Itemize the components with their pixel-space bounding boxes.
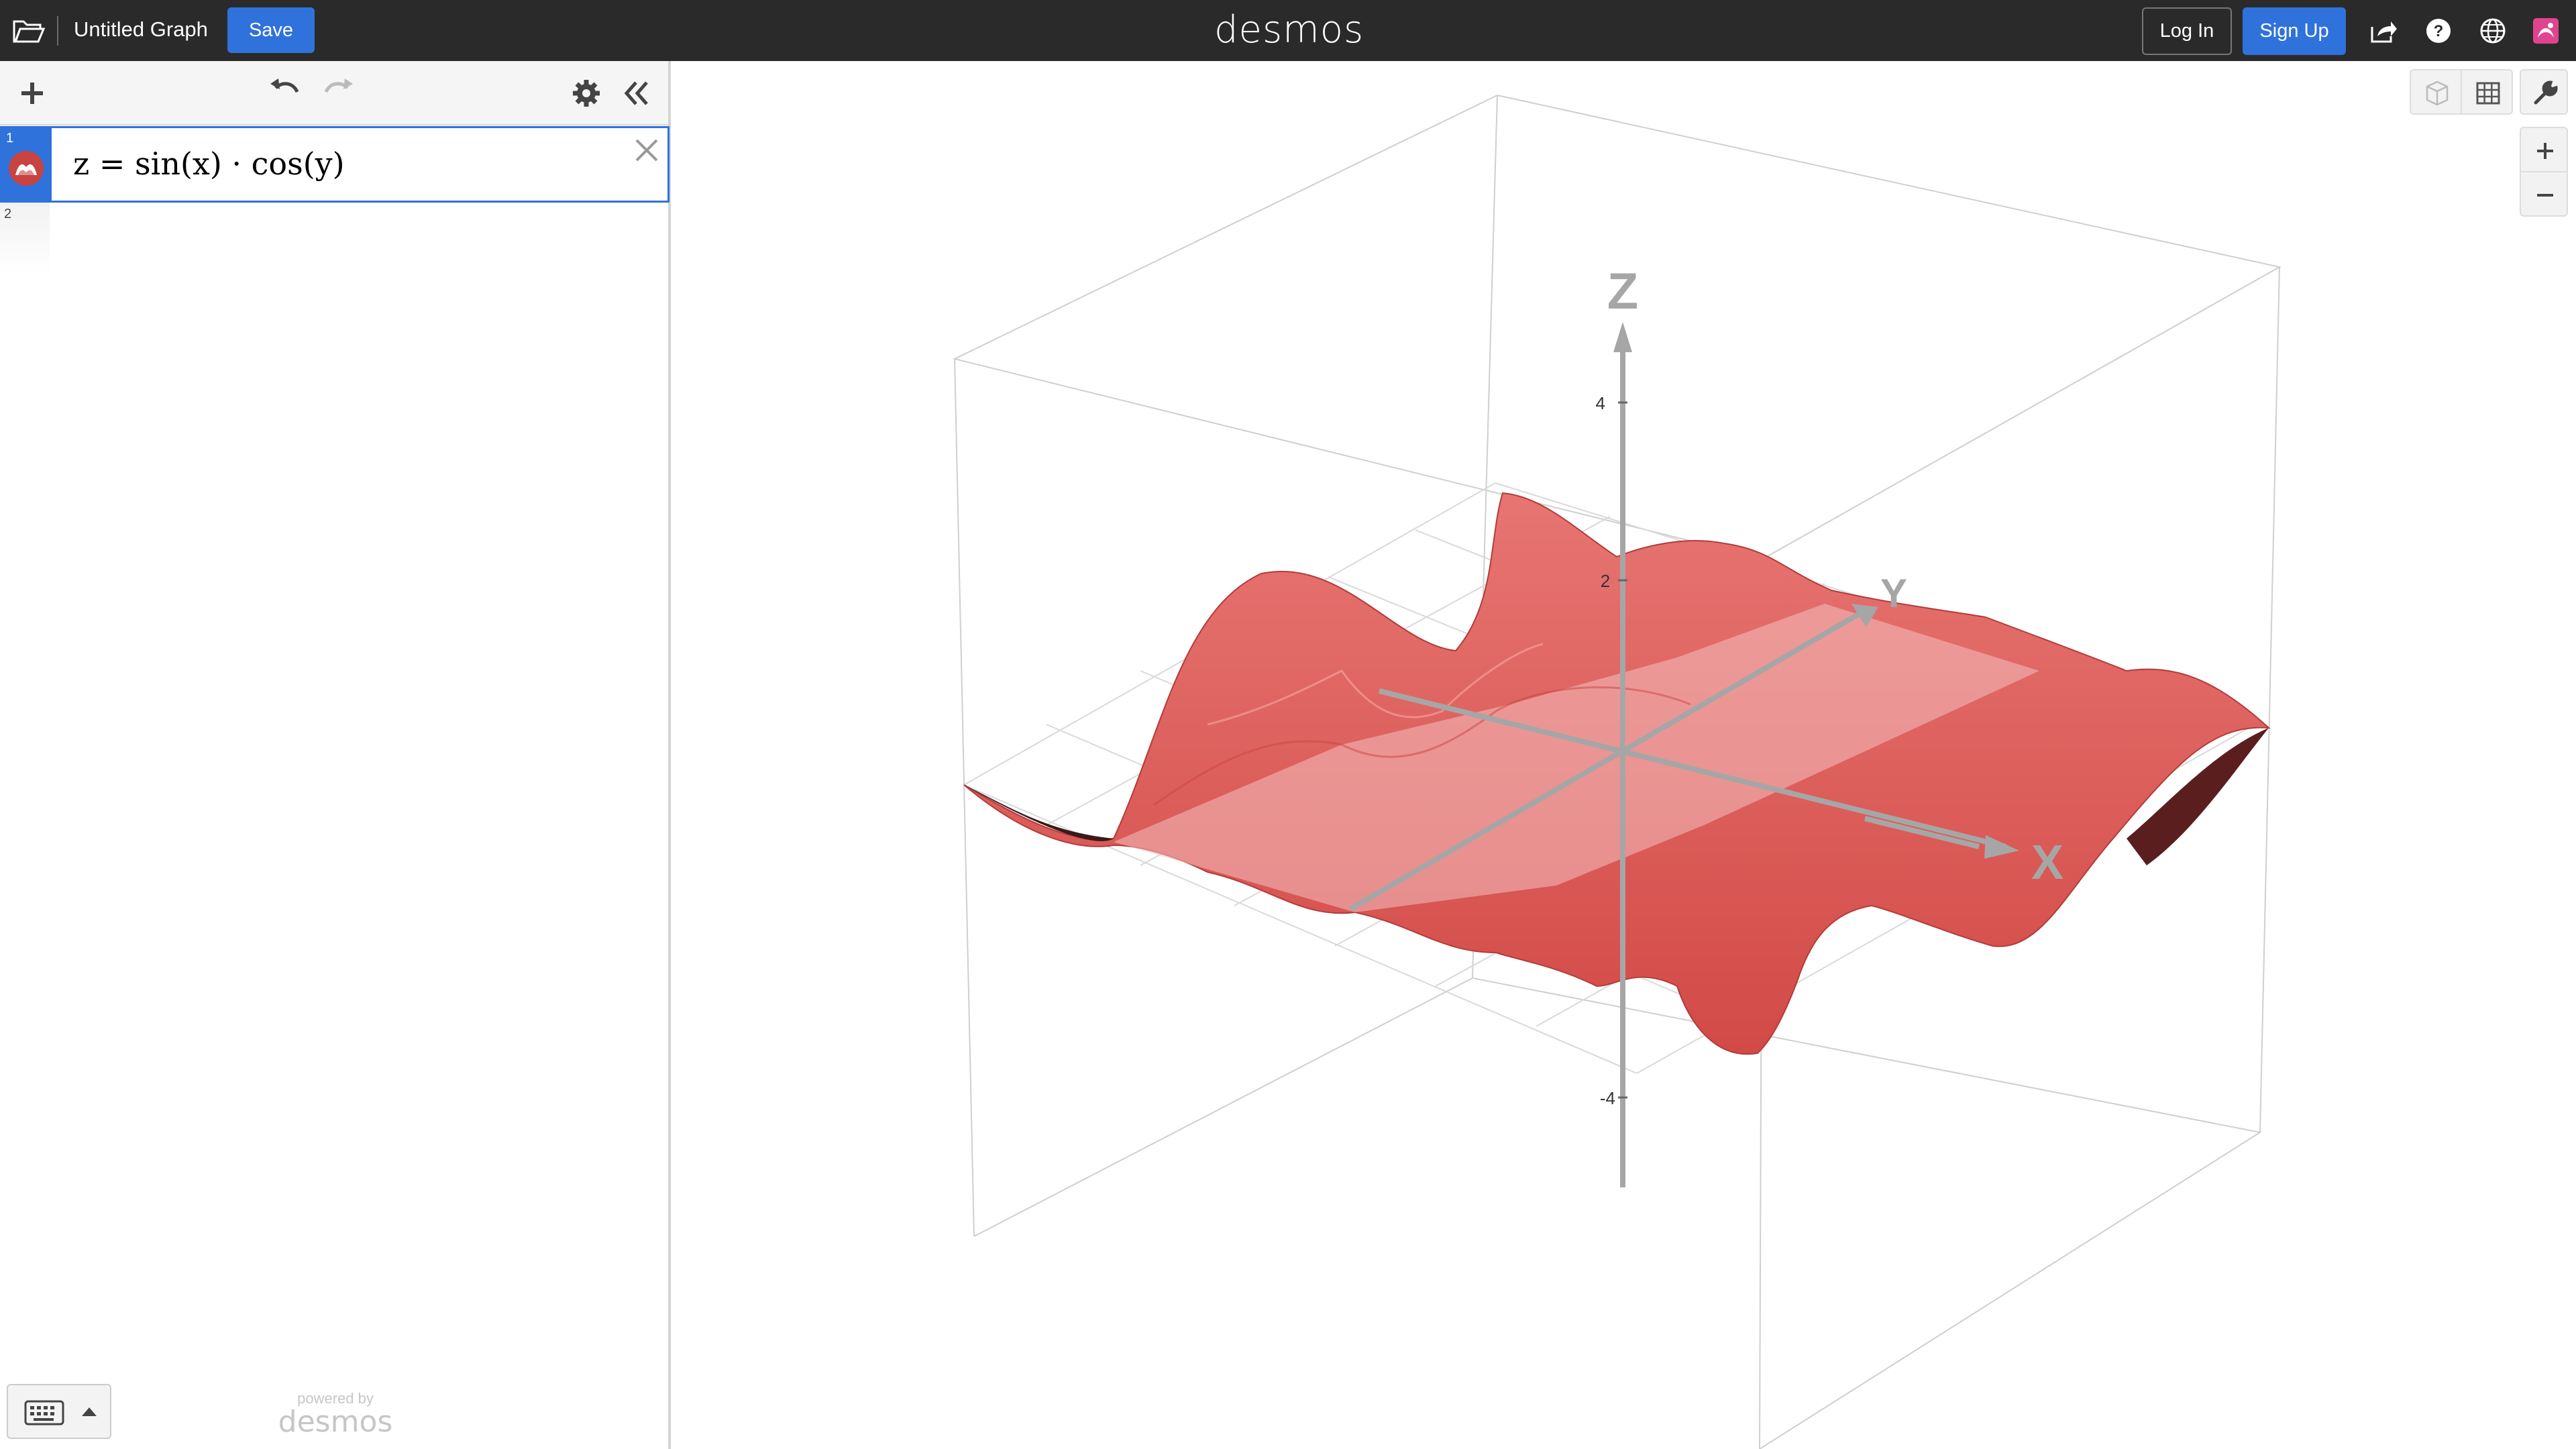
share-icon[interactable] bbox=[2368, 16, 2398, 46]
graph-paper[interactable]: 4 2 -4 Z Y X bbox=[674, 61, 2576, 1449]
undo-icon[interactable] bbox=[266, 72, 304, 109]
svg-text:?: ? bbox=[2434, 22, 2444, 40]
redo-icon[interactable] bbox=[319, 72, 357, 109]
expression-gutter: 2 bbox=[0, 203, 50, 275]
graph-title[interactable]: Untitled Graph bbox=[74, 17, 208, 42]
expression-row-2[interactable]: 2 bbox=[0, 203, 669, 275]
desmos-logo: desmos bbox=[1214, 8, 1364, 52]
settings-gear-icon[interactable] bbox=[568, 74, 605, 112]
zoom-out-button[interactable] bbox=[2520, 171, 2568, 217]
expression-math[interactable]: z = sin(x) · cos(y) bbox=[73, 146, 345, 182]
cube-icon bbox=[2426, 80, 2449, 106]
y-axis-label: Y bbox=[1880, 571, 1907, 616]
expression-gutter: 1 bbox=[2, 128, 52, 201]
expression-index: 2 bbox=[4, 207, 12, 221]
add-item-icon[interactable] bbox=[13, 74, 51, 112]
delete-expression-icon[interactable] bbox=[631, 135, 662, 166]
graph-settings-button[interactable] bbox=[2520, 69, 2568, 115]
collapse-panel-icon[interactable] bbox=[619, 74, 656, 112]
plus-icon bbox=[2537, 143, 2553, 159]
surface-sinx-cosy[interactable] bbox=[963, 492, 2271, 1055]
grid-icon bbox=[2476, 82, 2500, 105]
expression-row-1[interactable]: 1 z = sin(x) · cos(y) bbox=[0, 126, 669, 203]
signup-button[interactable]: Sign Up bbox=[2243, 7, 2346, 55]
3d-view-button[interactable] bbox=[2410, 69, 2462, 115]
panel-toolbar bbox=[0, 61, 668, 125]
expression-index: 1 bbox=[6, 131, 14, 146]
z-axis-label: Z bbox=[1607, 263, 1638, 320]
graph-3d-canvas[interactable]: 4 2 -4 Z Y X bbox=[674, 61, 2576, 1449]
powered-by-desmos[interactable]: powered by desmos bbox=[268, 1390, 402, 1439]
user-icon[interactable] bbox=[2531, 16, 2561, 46]
keyboard-icon bbox=[24, 1400, 64, 1426]
expression-panel: 1 z = sin(x) · cos(y) 2 powered by desmo… bbox=[0, 61, 671, 1449]
help-icon[interactable]: ? bbox=[2424, 16, 2453, 46]
wrench-icon bbox=[2534, 80, 2558, 105]
grid-view-button[interactable] bbox=[2461, 69, 2513, 115]
top-bar: Untitled Graph Save desmos Log In Sign U… bbox=[0, 0, 2576, 61]
z-tick-label-neg4: -4 bbox=[1600, 1088, 1615, 1108]
powered-by-brand: desmos bbox=[278, 1405, 393, 1439]
title-separator bbox=[57, 16, 58, 46]
minus-icon bbox=[2537, 194, 2553, 197]
folder-icon[interactable] bbox=[12, 16, 46, 46]
zoom-in-button[interactable] bbox=[2520, 127, 2568, 172]
surface-color-icon[interactable] bbox=[9, 151, 44, 186]
z-tick-label-2: 2 bbox=[1601, 571, 1610, 591]
caret-up-icon bbox=[82, 1407, 97, 1416]
keypad-toggle-button[interactable] bbox=[7, 1384, 111, 1439]
login-button[interactable]: Log In bbox=[2142, 7, 2232, 55]
z-tick-label-4: 4 bbox=[1596, 393, 1605, 413]
save-button[interactable]: Save bbox=[227, 7, 315, 53]
globe-icon[interactable] bbox=[2478, 16, 2508, 46]
x-axis-label: X bbox=[2031, 836, 2063, 890]
